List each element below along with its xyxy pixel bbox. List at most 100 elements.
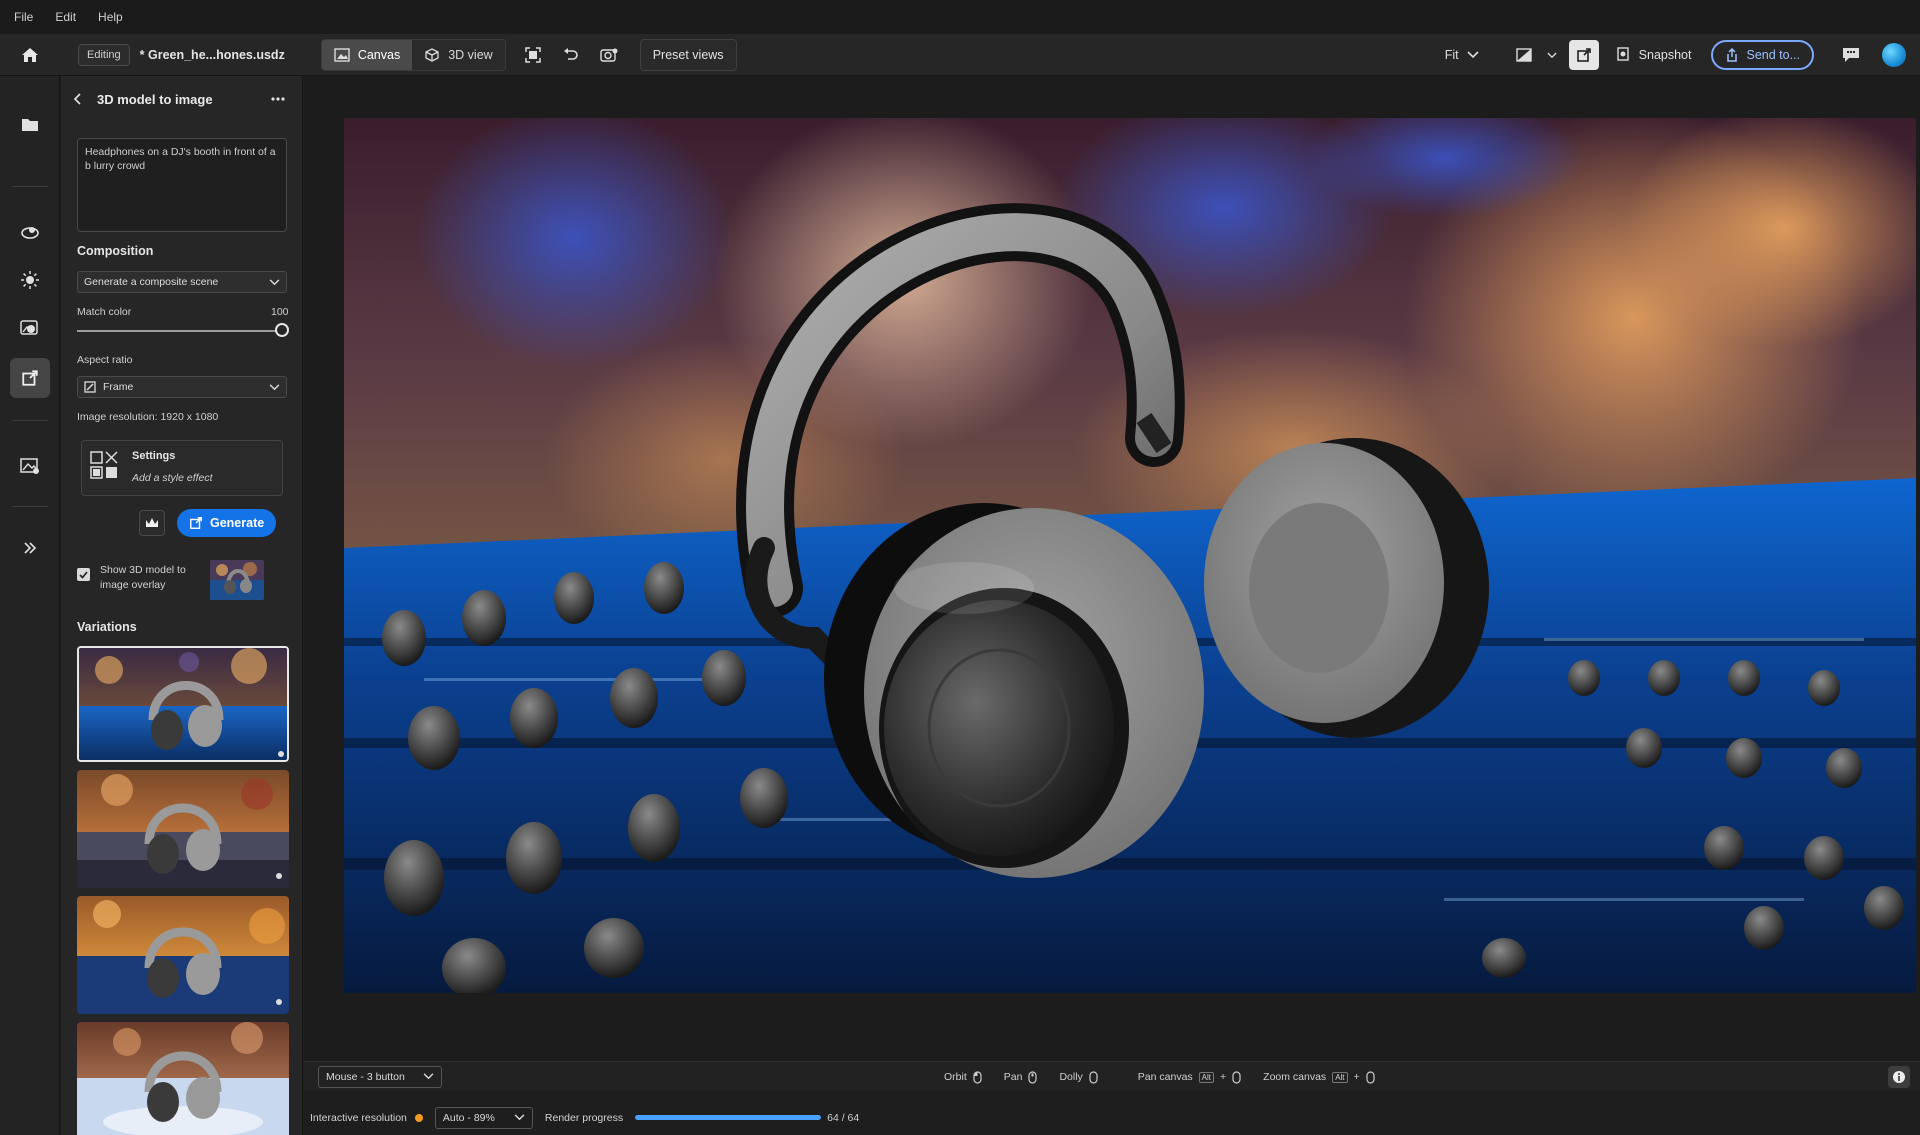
orbit-hint: Orbit xyxy=(944,1070,982,1084)
settings-title: Settings xyxy=(132,450,176,462)
generate-button[interactable]: Generate xyxy=(177,509,277,537)
settings-subtitle: Add a style effect xyxy=(132,472,213,484)
sun-icon xyxy=(21,271,39,289)
alt-key: Alt xyxy=(1332,1071,1348,1083)
pan-hint: Pan xyxy=(1003,1070,1038,1084)
variation-thumbnail[interactable] xyxy=(77,770,289,888)
resolution-status-dot xyxy=(414,1113,423,1122)
image-resolution-text: Image resolution: 1920 x 1080 xyxy=(77,411,219,423)
style-settings-card[interactable]: Settings Add a style effect xyxy=(81,440,283,496)
aspect-ratio-dropdown[interactable]: Frame xyxy=(77,376,287,398)
frame-button[interactable] xyxy=(514,39,552,71)
zoom-canvas-label: Zoom canvas xyxy=(1263,1071,1327,1083)
comment-icon xyxy=(1843,48,1859,62)
info-button[interactable] xyxy=(1888,1066,1910,1088)
export-image-icon xyxy=(1576,48,1591,62)
overlay-toggle-row: Show 3D model to image overlay xyxy=(77,560,291,600)
overlay-preview-image xyxy=(210,560,264,600)
panel-title: 3D model to image xyxy=(97,91,213,107)
match-color-slider-handle[interactable] xyxy=(275,323,289,337)
match-color-slider-track[interactable] xyxy=(77,330,283,332)
composition-dropdown[interactable]: Generate a composite scene xyxy=(77,271,287,293)
render-progress-label: Render progress xyxy=(544,1111,624,1124)
plus-sign: + xyxy=(1353,1071,1360,1083)
menu-help[interactable]: Help xyxy=(98,10,123,24)
menu-file[interactable]: File xyxy=(14,10,33,24)
rail-divider xyxy=(12,506,48,507)
variation-image xyxy=(77,896,289,1014)
overlay-label: Show 3D model to image overlay xyxy=(100,564,186,591)
camera-settings-button[interactable] xyxy=(590,39,628,71)
rail-scene[interactable] xyxy=(10,212,50,252)
variation-thumbnail[interactable] xyxy=(77,1022,289,1135)
generate-label: Generate xyxy=(210,516,265,530)
variation-thumbnail[interactable] xyxy=(77,646,289,762)
composition-label: Composition xyxy=(77,244,154,258)
environment-icon xyxy=(20,319,38,335)
rail-files[interactable] xyxy=(10,104,50,144)
rail-3d-model-to-image[interactable] xyxy=(10,358,50,398)
render-progress-bar xyxy=(635,1115,822,1120)
overlay-checkbox[interactable] xyxy=(77,568,90,581)
rail-lighting[interactable] xyxy=(10,260,50,300)
editing-badge[interactable]: Editing xyxy=(78,43,130,66)
preset-views-button[interactable]: Preset views xyxy=(639,38,737,71)
canvas-viewport[interactable] xyxy=(304,76,1920,1063)
frame-icon xyxy=(524,46,541,63)
interactive-resolution-dropdown[interactable]: Auto - 89% xyxy=(434,1106,533,1129)
chevron-down-icon xyxy=(514,1114,525,1121)
mouse-mode-dropdown[interactable]: Mouse - 3 button xyxy=(318,1065,442,1088)
more-options-icon[interactable] xyxy=(271,97,285,101)
toolbar: Editing * Green_he...hones.usdz Canvas 3… xyxy=(0,34,1920,76)
send-to-button[interactable]: Send to... xyxy=(1711,40,1814,70)
variations-label: Variations xyxy=(77,620,137,634)
canvas-tab[interactable]: Canvas xyxy=(321,39,413,70)
3d-to-image-mode-button[interactable] xyxy=(1568,40,1599,70)
undo-icon xyxy=(563,47,578,60)
rail-render[interactable] xyxy=(10,446,50,486)
interactive-resolution-label: Interactive resolution xyxy=(310,1111,407,1124)
home-button[interactable] xyxy=(0,34,60,76)
image-compare-dropdown[interactable] xyxy=(1543,52,1561,59)
generate-row: Generate xyxy=(139,509,277,537)
chevron-down-icon xyxy=(269,278,280,285)
send-to-label: Send to... xyxy=(1746,48,1800,62)
pan-canvas-label: Pan canvas xyxy=(1137,1071,1193,1083)
render-progress-fill xyxy=(635,1115,822,1120)
menu-edit[interactable]: Edit xyxy=(55,10,76,24)
prompt-textarea[interactable]: Headphones on a DJ's booth in front of a… xyxy=(77,138,287,232)
zoom-canvas-hint: Zoom canvas Alt + xyxy=(1263,1070,1375,1084)
rail-materials[interactable] xyxy=(10,308,50,348)
overlay-thumbnail xyxy=(210,560,264,600)
rail-expand[interactable] xyxy=(10,528,50,568)
snapshot-icon xyxy=(1616,47,1629,61)
frame-edit-icon xyxy=(84,381,96,393)
snapshot-button[interactable]: Snapshot xyxy=(1616,47,1691,63)
fit-dropdown[interactable]: Fit xyxy=(1445,48,1479,62)
user-avatar[interactable] xyxy=(1882,43,1906,67)
back-chevron-icon[interactable] xyxy=(73,93,81,105)
premium-button[interactable] xyxy=(139,510,165,536)
match-color-label: Match color xyxy=(77,306,132,318)
interactive-resolution-value: Auto - 89% xyxy=(442,1111,495,1124)
mouse-left-icon xyxy=(973,1070,982,1084)
panel-header: 3D model to image xyxy=(61,76,302,122)
image-compare-button[interactable] xyxy=(1505,39,1543,71)
document-title: * Green_he...hones.usdz xyxy=(139,47,285,62)
mouse-icon xyxy=(1366,1070,1375,1084)
generate-icon xyxy=(190,517,202,529)
variation-image xyxy=(79,648,287,760)
rail-divider xyxy=(12,186,48,187)
composition-value: Generate a composite scene xyxy=(84,276,219,288)
chevron-down-icon xyxy=(423,1073,434,1080)
pan-label: Pan xyxy=(1003,1071,1023,1083)
3d-view-icon xyxy=(425,47,439,62)
comments-button[interactable] xyxy=(1832,39,1870,71)
3d-model-to-image-panel: 3D model to image Headphones on a DJ's b… xyxy=(61,76,303,1135)
mouse-right-icon xyxy=(1089,1070,1098,1084)
undo-view-button[interactable] xyxy=(552,39,590,71)
variation-thumbnail[interactable] xyxy=(77,896,289,1014)
left-rail xyxy=(0,76,60,1135)
3d-view-tab[interactable]: 3D view xyxy=(412,39,505,70)
aspect-ratio-label: Aspect ratio xyxy=(77,354,133,366)
